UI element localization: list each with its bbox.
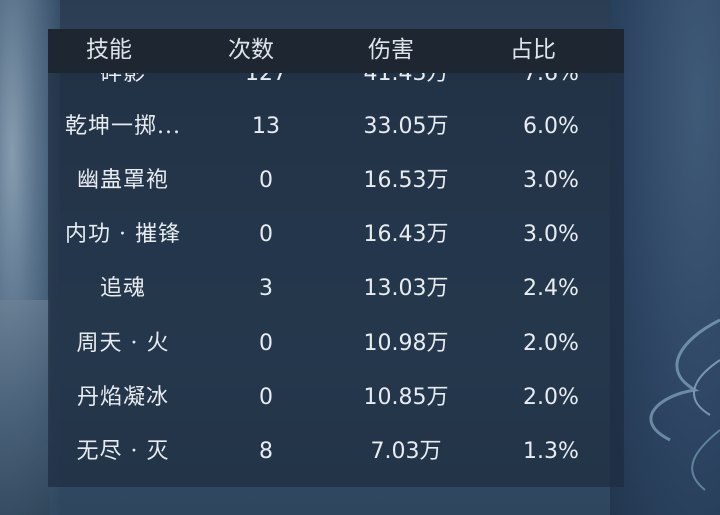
skill-name: 幽蛊罩袍 [76, 168, 169, 193]
header-skill: 技能 [86, 37, 132, 63]
background-rock [0, 300, 50, 515]
table-row[interactable]: 周天 · 火 0 10.98万 2.0% [48, 317, 624, 371]
hit-count: 3 [259, 276, 273, 301]
table-header: 技能 次数 伤害 占比 [48, 29, 624, 73]
hit-count: 0 [259, 331, 273, 356]
damage-value: 10.98万 [363, 331, 449, 356]
header-share: 占比 [510, 37, 556, 63]
skill-name: 无尽 · 灭 [76, 439, 170, 464]
damage-share: 1.3% [523, 439, 579, 464]
damage-value: 13.03万 [363, 276, 449, 301]
damage-stats-panel: 技能 次数 伤害 占比 碎影 127 41.43万 7.6% 乾坤一掷... 1… [48, 29, 624, 487]
damage-value: 33.05万 [363, 114, 449, 139]
table-row[interactable]: 丹焰凝冰 0 10.85万 2.0% [48, 371, 624, 425]
header-damage: 伤害 [368, 37, 414, 63]
damage-share: 6.0% [523, 114, 579, 139]
hit-count: 0 [259, 385, 273, 410]
skill-name: 周天 · 火 [76, 331, 170, 356]
hit-count: 8 [259, 439, 273, 464]
skill-name: 追魂 [99, 276, 146, 301]
hit-count: 0 [259, 222, 273, 247]
damage-share: 2.0% [523, 385, 579, 410]
damage-value: 16.53万 [363, 168, 449, 193]
table-row[interactable]: 幽蛊罩袍 0 16.53万 3.0% [48, 154, 624, 208]
skill-name: 内功 · 摧锋 [65, 222, 181, 247]
damage-share: 3.0% [523, 222, 579, 247]
table-row[interactable]: 无尽 · 灭 8 7.03万 1.3% [48, 425, 624, 479]
skill-name: 乾坤一掷... [65, 114, 181, 139]
table-row[interactable]: 乾坤一掷... 13 33.05万 6.0% [48, 100, 624, 154]
table-row[interactable]: 追魂 3 13.03万 2.4% [48, 262, 624, 316]
header-count: 次数 [228, 37, 274, 63]
hit-count: 13 [252, 114, 280, 139]
damage-share: 2.4% [523, 276, 579, 301]
damage-value: 16.43万 [363, 222, 449, 247]
hit-count: 0 [259, 168, 273, 193]
damage-share: 3.0% [523, 168, 579, 193]
skill-name: 丹焰凝冰 [76, 385, 169, 410]
damage-share: 2.0% [523, 331, 579, 356]
damage-value: 7.03万 [370, 439, 442, 464]
damage-value: 10.85万 [363, 385, 449, 410]
table-row[interactable]: 内功 · 摧锋 0 16.43万 3.0% [48, 208, 624, 262]
